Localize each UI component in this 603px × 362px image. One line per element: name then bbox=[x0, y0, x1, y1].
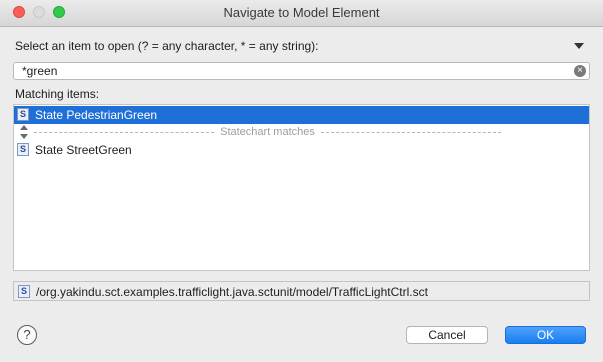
chevron-up-icon[interactable] bbox=[20, 125, 28, 130]
search-input[interactable] bbox=[22, 64, 562, 78]
cancel-button[interactable]: Cancel bbox=[406, 326, 488, 344]
statechart-file-icon: S bbox=[18, 285, 30, 298]
list-item[interactable]: S State StreetGreen bbox=[14, 141, 589, 159]
matching-items-list[interactable]: S State PedestrianGreen Statechart match… bbox=[13, 104, 590, 271]
list-item[interactable]: S State PedestrianGreen bbox=[14, 106, 589, 124]
list-item-label: State StreetGreen bbox=[35, 143, 132, 157]
ok-button[interactable]: OK bbox=[505, 326, 586, 344]
prompt-label: Select an item to open (? = any characte… bbox=[15, 39, 319, 53]
title-bar: Navigate to Model Element bbox=[0, 0, 603, 27]
resource-path-text: /org.yakindu.sct.examples.trafficlight.j… bbox=[36, 285, 428, 299]
resource-path-bar: S /org.yakindu.sct.examples.trafficlight… bbox=[13, 281, 590, 301]
chevron-down-icon[interactable] bbox=[20, 134, 28, 139]
state-icon: S bbox=[17, 108, 29, 121]
statechart-matches-separator: Statechart matches bbox=[34, 125, 501, 139]
help-button[interactable]: ? bbox=[17, 325, 37, 345]
state-icon: S bbox=[17, 143, 29, 156]
search-field[interactable]: × bbox=[13, 62, 590, 80]
view-menu-chevron-down-icon[interactable] bbox=[574, 43, 584, 49]
clear-search-icon[interactable]: × bbox=[574, 65, 586, 77]
matching-items-label: Matching items: bbox=[15, 87, 100, 101]
list-item-label: State PedestrianGreen bbox=[35, 108, 158, 122]
window-title: Navigate to Model Element bbox=[223, 5, 380, 20]
